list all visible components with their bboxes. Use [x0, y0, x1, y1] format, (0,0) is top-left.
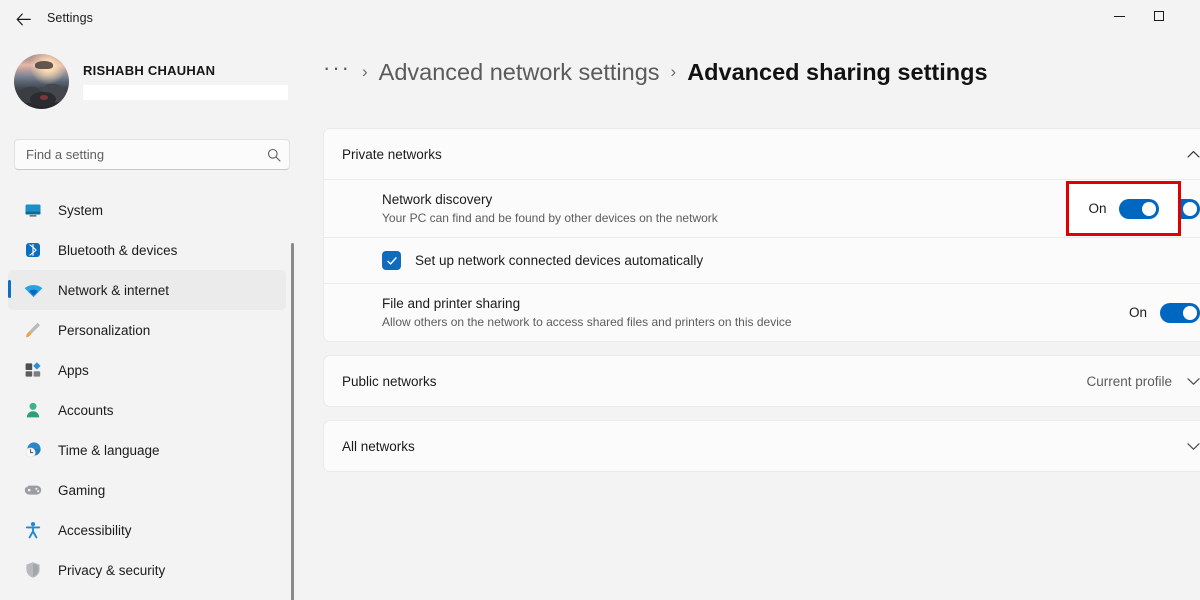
sidebar-item-label: Accessibility: [58, 522, 132, 538]
public-networks-header[interactable]: Public networks Current profile: [324, 356, 1200, 406]
apps-icon: [22, 359, 44, 381]
bluetooth-icon: [22, 239, 44, 261]
account-email-redacted: [83, 84, 288, 100]
title-bar: Settings ✕: [0, 0, 1200, 38]
chevron-down-icon[interactable]: [1186, 377, 1200, 386]
content-area: ··· › Advanced network settings › Advanc…: [292, 38, 1200, 600]
row-file-printer-sharing: File and printer sharing Allow others on…: [324, 283, 1200, 341]
sidebar-item-label: Network & internet: [58, 282, 170, 298]
accessibility-person-icon: [22, 519, 44, 541]
auto-setup-devices-label[interactable]: Set up network connected devices automat…: [415, 253, 703, 268]
file-printer-sharing-control: On: [1128, 302, 1200, 323]
clock-globe-icon: [22, 439, 44, 461]
close-button[interactable]: ✕: [1186, 0, 1200, 32]
chevron-up-icon[interactable]: [1186, 150, 1200, 159]
breadcrumb: ··· › Advanced network settings › Advanc…: [323, 52, 988, 92]
page-title: Advanced sharing settings: [687, 58, 988, 85]
card-all-networks: All networks: [323, 420, 1200, 472]
row-auto-setup-devices: Set up network connected devices automat…: [324, 237, 1200, 283]
paintbrush-icon: [22, 319, 44, 341]
file-printer-sharing-toggle[interactable]: [1160, 302, 1200, 323]
chevron-down-icon[interactable]: [1186, 442, 1200, 451]
person-icon: [22, 399, 44, 421]
sidebar-item-personalization[interactable]: Personalization: [8, 310, 286, 350]
file-printer-sharing-state-label: On: [1128, 305, 1147, 320]
all-networks-header[interactable]: All networks: [324, 421, 1200, 471]
gamepad-icon: [22, 479, 44, 501]
sidebar-item-label: Gaming: [58, 482, 106, 498]
private-networks-header[interactable]: Private networks: [324, 129, 1200, 179]
back-arrow-icon: [16, 12, 31, 25]
sidebar-item-time-language[interactable]: Time & language: [8, 430, 286, 470]
sidebar-item-label: Time & language: [58, 442, 160, 458]
back-button[interactable]: [8, 6, 38, 32]
breadcrumb-parent-link[interactable]: Advanced network settings: [379, 59, 660, 86]
sidebar-item-label: Accounts: [58, 402, 114, 418]
toggle-thumb: [1183, 201, 1197, 216]
file-printer-sharing-description: Allow others on the network to access sh…: [382, 315, 792, 329]
network-discovery-description: Your PC can find and be found by other d…: [382, 211, 718, 225]
breadcrumb-overflow-button[interactable]: ···: [323, 57, 351, 85]
annotated-network-discovery-toggle[interactable]: [1118, 198, 1159, 219]
shield-icon: [22, 559, 44, 581]
file-printer-sharing-title: File and printer sharing: [382, 296, 521, 311]
settings-window: Settings ✕ RISHABH CHAUHAN: [0, 0, 1200, 600]
search-input[interactable]: [15, 147, 259, 162]
maximize-button[interactable]: [1136, 0, 1182, 32]
search-box[interactable]: [14, 139, 290, 170]
sidebar-item-label: Personalization: [58, 322, 151, 338]
account-name: RISHABH CHAUHAN: [83, 62, 216, 78]
auto-setup-devices-checkbox[interactable]: [382, 251, 401, 270]
monitor-icon: [22, 199, 44, 221]
sidebar-item-privacy-security[interactable]: Privacy & security: [8, 550, 286, 590]
maximize-icon: [1154, 11, 1164, 21]
wifi-icon: [22, 279, 44, 301]
minimize-icon: [1113, 15, 1125, 17]
sidebar-item-accessibility[interactable]: Accessibility: [8, 510, 286, 550]
private-networks-title: Private networks: [342, 146, 442, 162]
sidebar-item-system[interactable]: System: [8, 190, 286, 230]
annotated-state-label: On: [1088, 201, 1107, 216]
chevron-right-icon: ›: [670, 62, 677, 81]
network-discovery-title: Network discovery: [382, 192, 493, 207]
search-container: [14, 139, 290, 170]
avatar: [14, 53, 69, 109]
sidebar-item-label: System: [58, 202, 104, 218]
sidebar-item-accounts[interactable]: Accounts: [8, 390, 286, 430]
sidebar-item-apps[interactable]: Apps: [8, 350, 286, 390]
checkmark-icon: [386, 256, 397, 265]
annotation-highlight-network-discovery-toggle: On: [1066, 181, 1181, 236]
toggle-thumb: [1141, 201, 1156, 216]
search-icon[interactable]: [259, 148, 289, 162]
toggle-thumb: [1183, 305, 1197, 320]
sidebar-item-label: Privacy & security: [58, 562, 166, 578]
sidebar-item-bluetooth-devices[interactable]: Bluetooth & devices: [8, 230, 286, 270]
public-networks-title: Public networks: [342, 373, 437, 389]
navigation-list: System Bluetooth & devices Network & int…: [0, 190, 292, 590]
sidebar-item-label: Apps: [58, 362, 89, 378]
all-networks-title: All networks: [342, 438, 415, 454]
public-networks-profile-label: Current profile: [1086, 373, 1172, 389]
chevron-right-icon: ›: [361, 62, 368, 81]
sidebar-item-gaming[interactable]: Gaming: [8, 470, 286, 510]
card-public-networks: Public networks Current profile: [323, 355, 1200, 407]
sidebar-item-label: Bluetooth & devices: [58, 242, 178, 258]
window-title: Settings: [47, 11, 93, 25]
account-tile[interactable]: RISHABH CHAUHAN: [14, 50, 290, 112]
sidebar-item-network-internet[interactable]: Network & internet: [8, 270, 286, 310]
sidebar: RISHABH CHAUHAN Find a setting System Bl…: [0, 38, 294, 600]
